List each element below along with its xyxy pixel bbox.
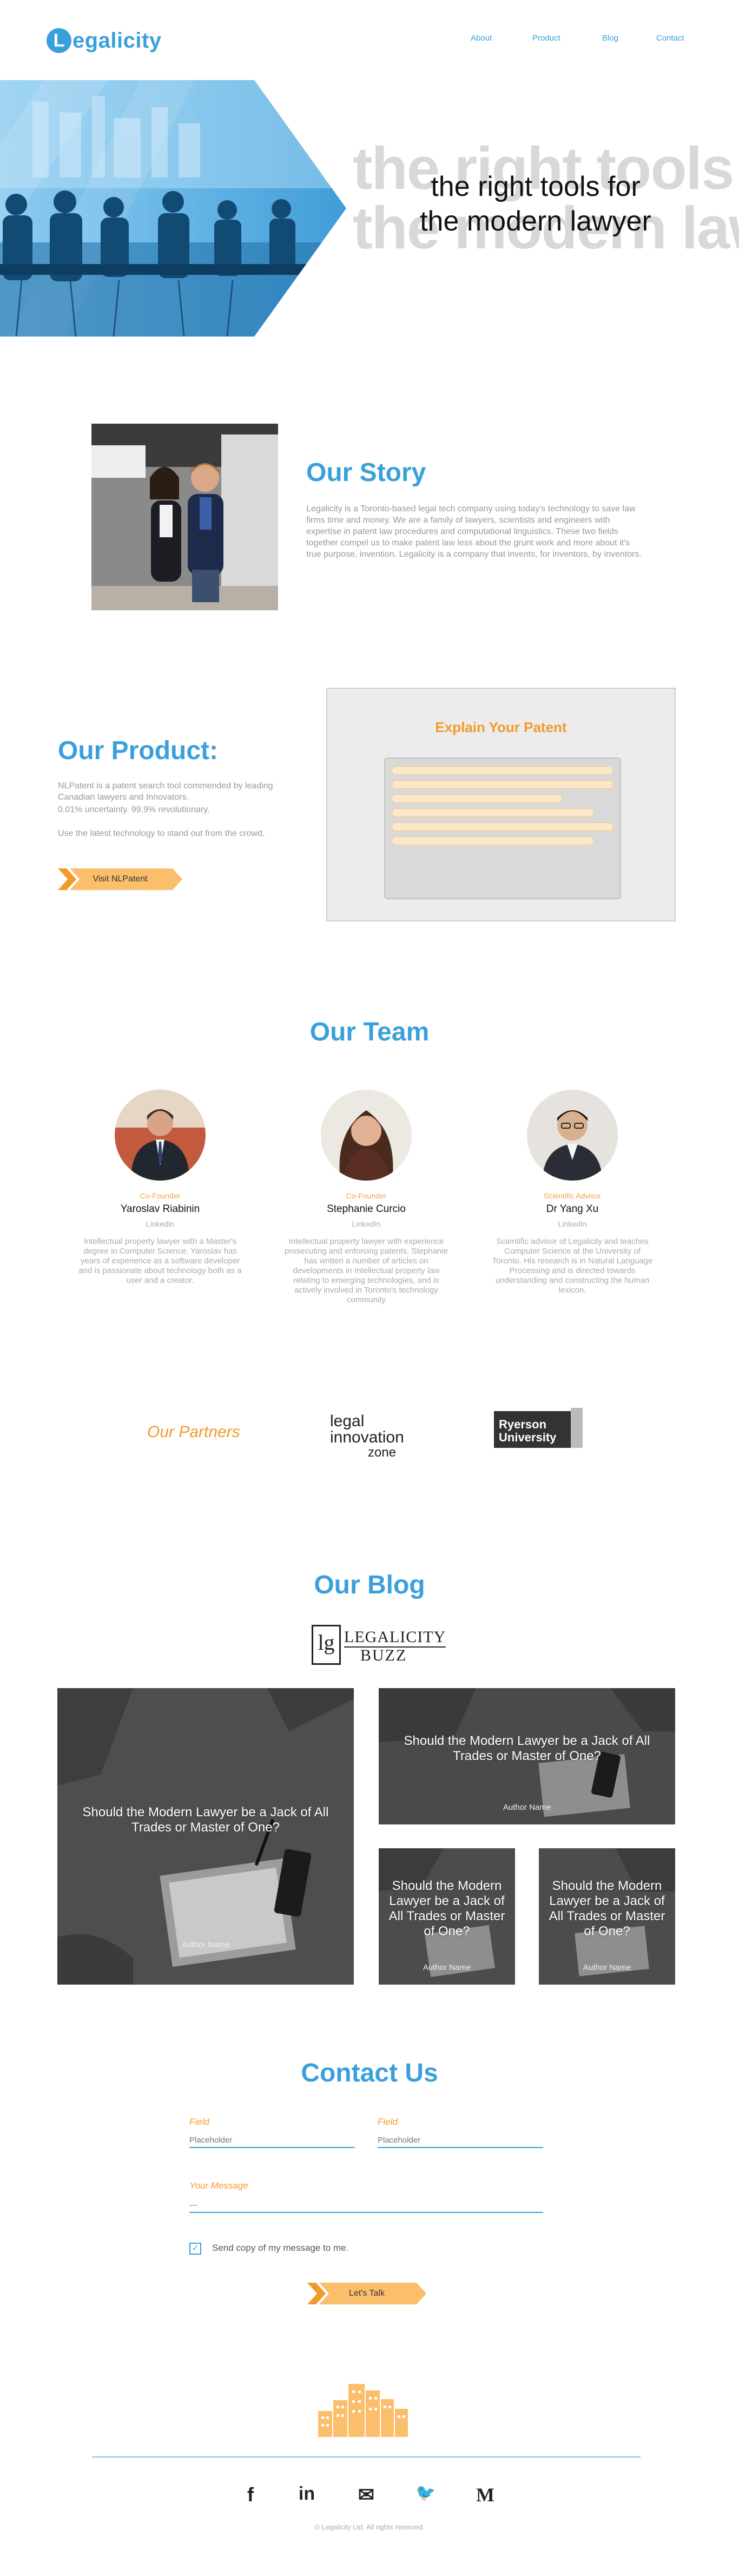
field-2-label: Field <box>378 2117 398 2127</box>
product-title: Our Product: <box>58 736 218 765</box>
lic-logo-line-2: innovation <box>330 1428 404 1446</box>
demo-line <box>392 836 594 845</box>
blog-title: Our Blog <box>314 1571 425 1599</box>
site-header: L egalicity About Product Blog Contact <box>0 0 739 80</box>
member-bio: Scientific advisor of Legalicity and tea… <box>492 1237 653 1295</box>
send-copy-checkbox[interactable]: ✓ <box>189 2243 201 2255</box>
blog-post-author: Author Name <box>583 1963 631 1972</box>
page: L egalicity About Product Blog Contact t… <box>0 0 739 2576</box>
ryerson-flag <box>571 1408 583 1448</box>
blog-post-card[interactable]: Should the Modern Lawyer be a Jack of Al… <box>379 1848 515 1985</box>
ryerson-line-2: University <box>499 1431 557 1444</box>
product-description: NLPatent is a patent search tool commend… <box>58 781 273 802</box>
demo-line <box>392 822 613 831</box>
blog-post-title: Should the Modern Lawyer be a Jack of Al… <box>549 1879 665 1939</box>
lic-logo-line-1: legal <box>330 1412 365 1430</box>
nav-product[interactable]: Product <box>532 34 560 43</box>
copyright: © Legalicity Ltd. All rights reserved. <box>314 2523 425 2531</box>
ryerson-text: Ryerson University <box>499 1418 556 1444</box>
twitter-icon[interactable]: 🐦 <box>412 2483 439 2502</box>
field-1-label: Field <box>189 2117 209 2127</box>
demo-line <box>392 780 613 789</box>
demo-line <box>392 766 613 775</box>
linkedin-icon[interactable]: in <box>293 2483 320 2505</box>
lets-talk-button[interactable]: Let's Talk <box>307 2283 426 2304</box>
visit-nlpatent-label: Visit NLPatent <box>93 874 148 884</box>
member-avatar <box>321 1090 412 1181</box>
team-member: Scientific Advisor Dr Yang Xu LinkedIn S… <box>486 1090 659 1295</box>
member-linkedin-link[interactable]: LinkedIn <box>74 1220 247 1228</box>
contact-title: Contact Us <box>301 2059 438 2087</box>
demo-panel <box>384 757 621 899</box>
hero-section: the right tools f the modern law the rig… <box>0 80 739 337</box>
member-bio: Intellectual property lawyer with a Mast… <box>78 1237 242 1285</box>
nav-blog[interactable]: Blog <box>602 34 618 43</box>
blog-post-card[interactable]: Should the Modern Lawyer be a Jack of Al… <box>379 1688 675 1824</box>
footer-divider <box>92 2456 641 2458</box>
city-skyline-icon <box>318 2384 408 2437</box>
story-text: Legalicity is a Toronto-based legal tech… <box>306 504 642 559</box>
partners-label: Our Partners <box>147 1423 240 1441</box>
facebook-icon[interactable]: f <box>237 2483 264 2506</box>
field-2-input[interactable] <box>378 2133 543 2148</box>
explain-patent-demo: Explain Your Patent <box>326 688 676 921</box>
member-name: Stephanie Curcio <box>327 1203 406 1215</box>
blog-post-author: Author Name <box>423 1963 471 1972</box>
message-label: Your Message <box>189 2180 248 2191</box>
blog-post-title: Should the Modern Lawyer be a Jack of Al… <box>82 1805 329 1835</box>
demo-line <box>392 808 594 817</box>
visit-nlpatent-button[interactable]: Visit NLPatent <box>58 868 182 890</box>
blog-post-title: Should the Modern Lawyer be a Jack of Al… <box>404 1734 650 1763</box>
buzz-line-1: LEGALICITY <box>344 1628 446 1648</box>
nav-contact[interactable]: Contact <box>656 34 684 43</box>
team-member: Co-Founder Yaroslav Riabinin LinkedIn In… <box>74 1090 247 1286</box>
member-role: Co-Founder <box>140 1191 181 1200</box>
hero-image <box>0 80 346 337</box>
lic-logo-line-3: zone <box>368 1445 397 1460</box>
ryerson-line-1: Ryerson <box>499 1418 547 1431</box>
legalicity-buzz-logo: lg LEGALICITY BUZZ <box>312 1625 446 1668</box>
blog-post-author: Author Name <box>181 1940 230 1949</box>
member-name: Dr Yang Xu <box>546 1203 599 1215</box>
member-avatar <box>115 1090 206 1181</box>
story-title: Our Story <box>306 458 426 487</box>
product-cta-text: Use the latest technology to stand out f… <box>58 829 265 838</box>
buzz-line-2: BUZZ <box>360 1646 407 1664</box>
ryerson-university-logo[interactable]: Ryerson University <box>494 1408 583 1448</box>
member-name: Yaroslav Riabinin <box>120 1203 200 1215</box>
legal-innovation-zone-logo[interactable]: legal innovation zone <box>330 1413 406 1460</box>
demo-line <box>392 794 563 803</box>
team-member: Co-Founder Stephanie Curcio LinkedIn Int… <box>280 1090 453 1305</box>
product-tagline: 0.01% uncertainty. 99.9% revolutionary. <box>58 805 210 814</box>
blog-post-card[interactable]: Should the Modern Lawyer be a Jack of Al… <box>539 1848 675 1985</box>
member-linkedin-link[interactable]: LinkedIn <box>280 1220 453 1228</box>
demo-title: Explain Your Patent <box>435 719 567 735</box>
hero-headline-line-2: the modern lawyer <box>420 206 651 237</box>
nav-about[interactable]: About <box>471 34 492 43</box>
email-icon[interactable]: ✉ <box>353 2483 380 2506</box>
member-role: Scientific Advisor <box>544 1191 601 1200</box>
field-1-input[interactable] <box>189 2133 355 2148</box>
team-title: Our Team <box>309 1018 430 1046</box>
blog-post-card[interactable]: Should the Modern Lawyer be a Jack of Al… <box>57 1688 354 1985</box>
main-nav: About Product Blog Contact <box>0 34 739 47</box>
member-bio: Intellectual property lawyer with experi… <box>285 1237 448 1305</box>
medium-icon[interactable]: M <box>472 2483 499 2506</box>
member-avatar <box>527 1090 618 1181</box>
blog-post-author: Author Name <box>503 1803 551 1812</box>
member-role: Co-Founder <box>346 1191 387 1200</box>
blog-post-title: Should the Modern Lawyer be a Jack of Al… <box>388 1879 505 1939</box>
send-copy-label: Send copy of my message to me. <box>212 2243 349 2253</box>
message-input[interactable]: — <box>189 2198 543 2213</box>
buzz-mark: lg <box>312 1625 341 1665</box>
hero-headline: the right tools for the modern lawyer <box>373 169 698 239</box>
hero-headline-line-1: the right tools for <box>431 171 641 202</box>
lets-talk-label: Let's Talk <box>349 2289 385 2298</box>
member-linkedin-link[interactable]: LinkedIn <box>486 1220 659 1228</box>
story-photo <box>91 424 278 610</box>
